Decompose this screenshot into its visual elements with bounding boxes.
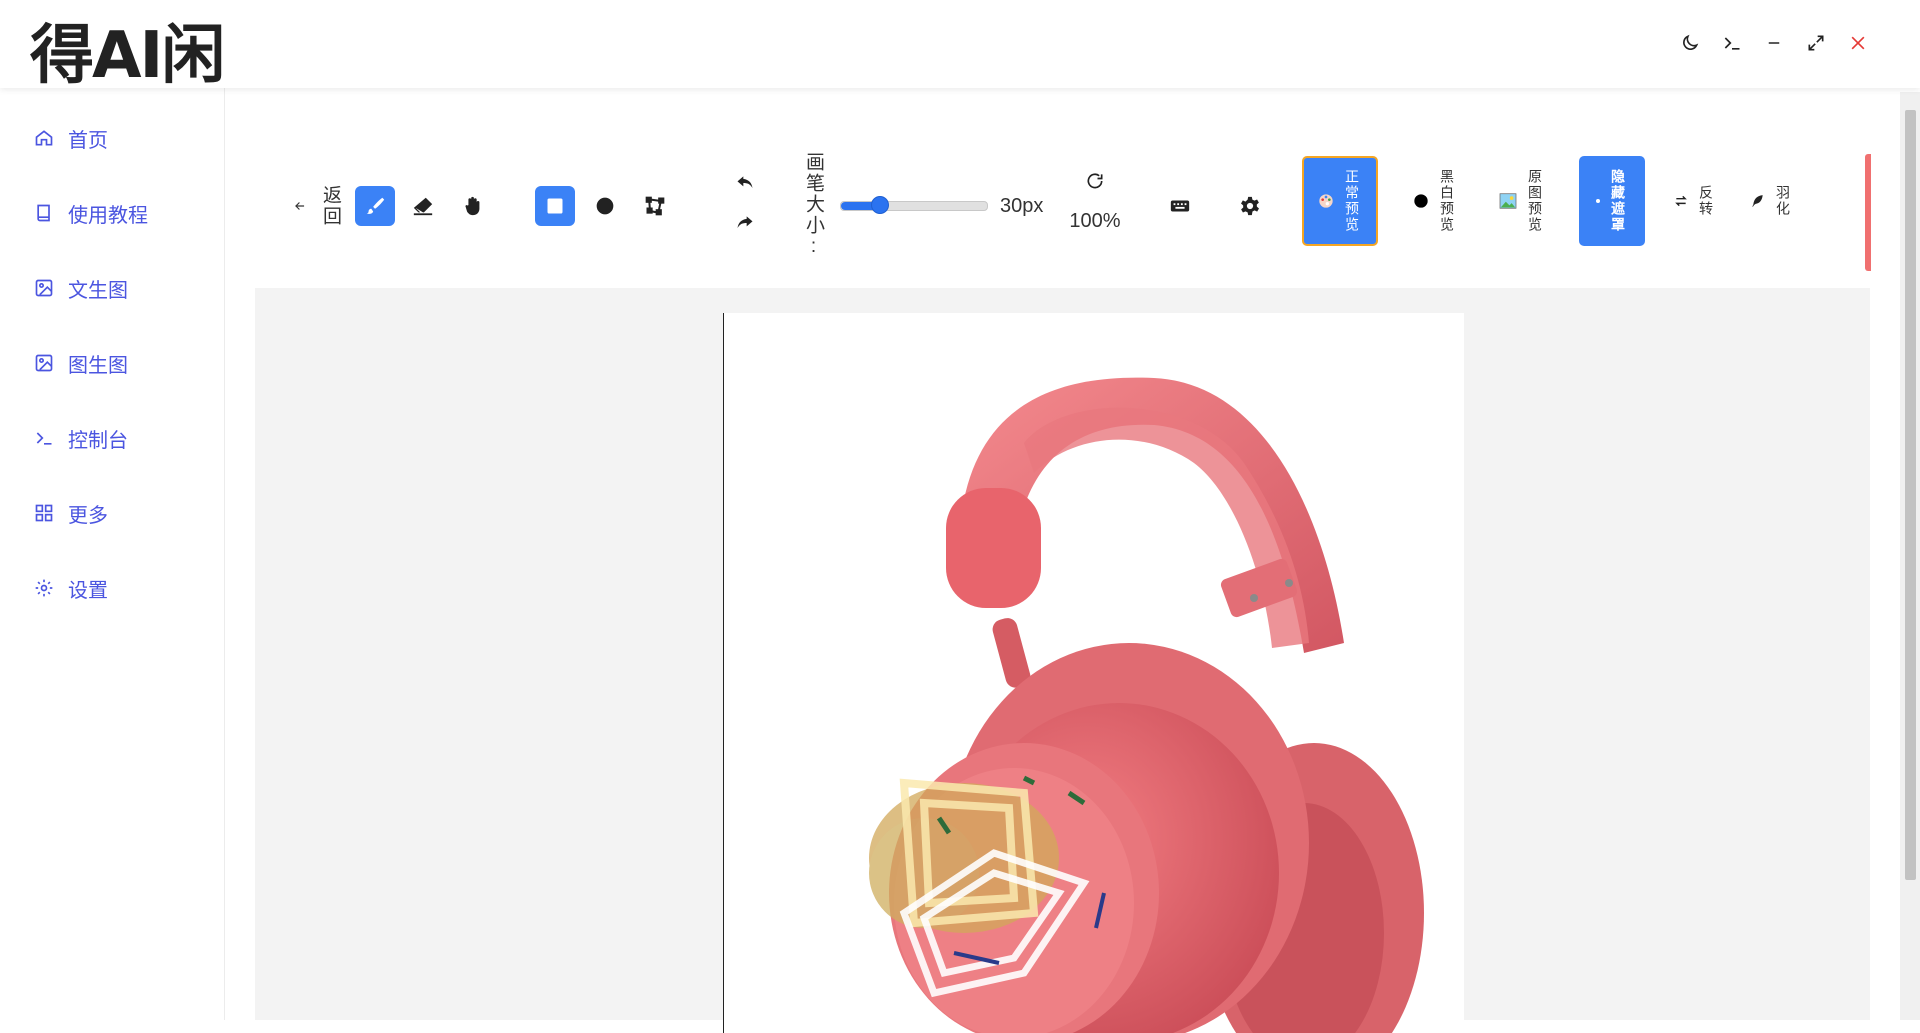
mask-toolbar: 返回 画笔大小: 30px 100% 正常预览 黑白预览 原图预览 隐藏遮罩 反… <box>255 148 1870 263</box>
normal-preview-button[interactable]: 正常预览 <box>1302 156 1378 246</box>
brush-size-label: 画笔大小: <box>803 152 824 259</box>
terminal-icon <box>1724 37 1740 50</box>
lasso-tool-button[interactable] <box>635 186 675 226</box>
invert-mask-button[interactable]: 反转 <box>1665 156 1725 246</box>
sidebar-item-label: 更多 <box>68 504 108 527</box>
sidebar-item-txt2img[interactable]: 文生图 <box>0 265 224 311</box>
original-preview-button[interactable]: 原图预览 <box>1487 156 1557 246</box>
hide-mask-label: 隐藏遮罩 <box>1610 169 1626 233</box>
minimize-icon <box>1768 42 1780 44</box>
refresh-icon <box>1087 173 1103 189</box>
picture-icon <box>1499 193 1517 209</box>
terminal-icon <box>36 432 52 445</box>
rect-tool-button[interactable] <box>535 186 575 226</box>
original-preview-label: 原图预览 <box>1527 169 1543 233</box>
close-button[interactable] <box>1846 30 1870 56</box>
sidebar-item-tutorial[interactable]: 使用教程 <box>0 190 224 236</box>
scrollbar-thumb[interactable] <box>1905 110 1916 880</box>
hide-mask-button[interactable]: 隐藏遮罩 <box>1579 156 1645 246</box>
back-button[interactable]: 返回 <box>293 176 344 236</box>
eraser-tool-button[interactable] <box>403 186 443 226</box>
feather-button[interactable]: 羽化 <box>1742 156 1802 246</box>
keyboard-icon <box>1170 200 1190 212</box>
sidebar-item-label: 设置 <box>68 579 108 602</box>
editor-area: 返回 画笔大小: 30px 100% 正常预览 黑白预览 原图预览 隐藏遮罩 反… <box>225 88 1895 1033</box>
sidebar-item-settings[interactable]: 设置 <box>0 565 224 611</box>
close-icon <box>1851 36 1865 50</box>
redo-button[interactable] <box>730 208 760 238</box>
dark-mode-button[interactable] <box>1678 30 1702 56</box>
maximize-icon <box>1808 35 1824 51</box>
sidebar-item-label: 文生图 <box>68 279 128 302</box>
sidebar-item-label: 使用教程 <box>68 204 148 227</box>
maximize-button[interactable] <box>1804 30 1828 56</box>
black-circle-icon <box>1414 194 1428 208</box>
sidebar-item-more[interactable]: 更多 <box>0 490 224 536</box>
slider-knob[interactable] <box>871 196 890 214</box>
circle-tool-button[interactable] <box>585 186 625 226</box>
shortcuts-button[interactable] <box>1160 186 1200 226</box>
undo-button[interactable] <box>730 168 760 198</box>
brush-tool-button[interactable] <box>355 186 395 226</box>
zoom-level: 100% <box>1069 209 1121 232</box>
gear-icon <box>1241 196 1259 216</box>
image-icon <box>35 279 53 297</box>
swap-icon <box>1675 195 1687 207</box>
brush-size-slider[interactable] <box>840 196 988 214</box>
image-canvas[interactable] <box>723 313 1464 1033</box>
window-controls <box>1678 30 1870 56</box>
palette-icon <box>1319 194 1333 208</box>
hand-icon <box>465 196 480 216</box>
bw-preview-label: 黑白预览 <box>1439 169 1455 233</box>
title-bar: 得AI闲 <box>0 0 1920 93</box>
undo-icon <box>737 176 753 188</box>
eraser-icon <box>413 197 433 216</box>
side-panel-edge[interactable] <box>1865 154 1871 271</box>
reset-zoom-button[interactable] <box>1080 166 1110 196</box>
sidebar-item-label: 图生图 <box>68 354 128 377</box>
polygon-icon <box>645 196 665 216</box>
brush-icon <box>366 197 385 214</box>
headphones-image <box>869 377 1424 1033</box>
square-icon <box>547 198 563 214</box>
sidebar: 首页 使用教程 文生图 图生图 控制台 更多 设置 <box>0 88 225 1020</box>
bw-preview-button[interactable]: 黑白预览 <box>1400 156 1470 246</box>
sidebar-item-home[interactable]: 首页 <box>0 115 224 161</box>
circle-icon <box>596 197 614 215</box>
terminal-button[interactable] <box>1720 30 1744 56</box>
back-label: 返回 <box>320 185 341 227</box>
moon-icon <box>1683 34 1699 50</box>
sidebar-item-img2img[interactable]: 图生图 <box>0 340 224 386</box>
app-logo: 得AI闲 <box>30 19 225 93</box>
grid-icon <box>35 504 53 522</box>
sidebar-item-console[interactable]: 控制台 <box>0 415 224 461</box>
invert-label: 反转 <box>1698 185 1714 217</box>
feather-icon <box>1752 195 1763 207</box>
brush-size-value: 30px <box>1000 194 1044 217</box>
home-icon <box>35 130 53 146</box>
sidebar-item-label: 首页 <box>68 129 108 152</box>
minimize-button[interactable] <box>1762 30 1786 56</box>
normal-preview-label: 正常预览 <box>1344 169 1360 233</box>
canvas-viewport <box>255 288 1870 1033</box>
gear-icon <box>35 579 53 597</box>
pan-tool-button[interactable] <box>453 186 493 226</box>
mask-settings-button[interactable] <box>1230 186 1270 226</box>
image-icon <box>35 354 53 372</box>
dot-icon <box>1596 199 1600 203</box>
sidebar-item-label: 控制台 <box>68 429 128 452</box>
book-icon <box>37 204 50 222</box>
scrollbar[interactable] <box>1900 92 1920 1020</box>
feather-label: 羽化 <box>1775 185 1791 217</box>
arrow-left-icon <box>295 202 305 210</box>
redo-icon <box>737 216 753 228</box>
